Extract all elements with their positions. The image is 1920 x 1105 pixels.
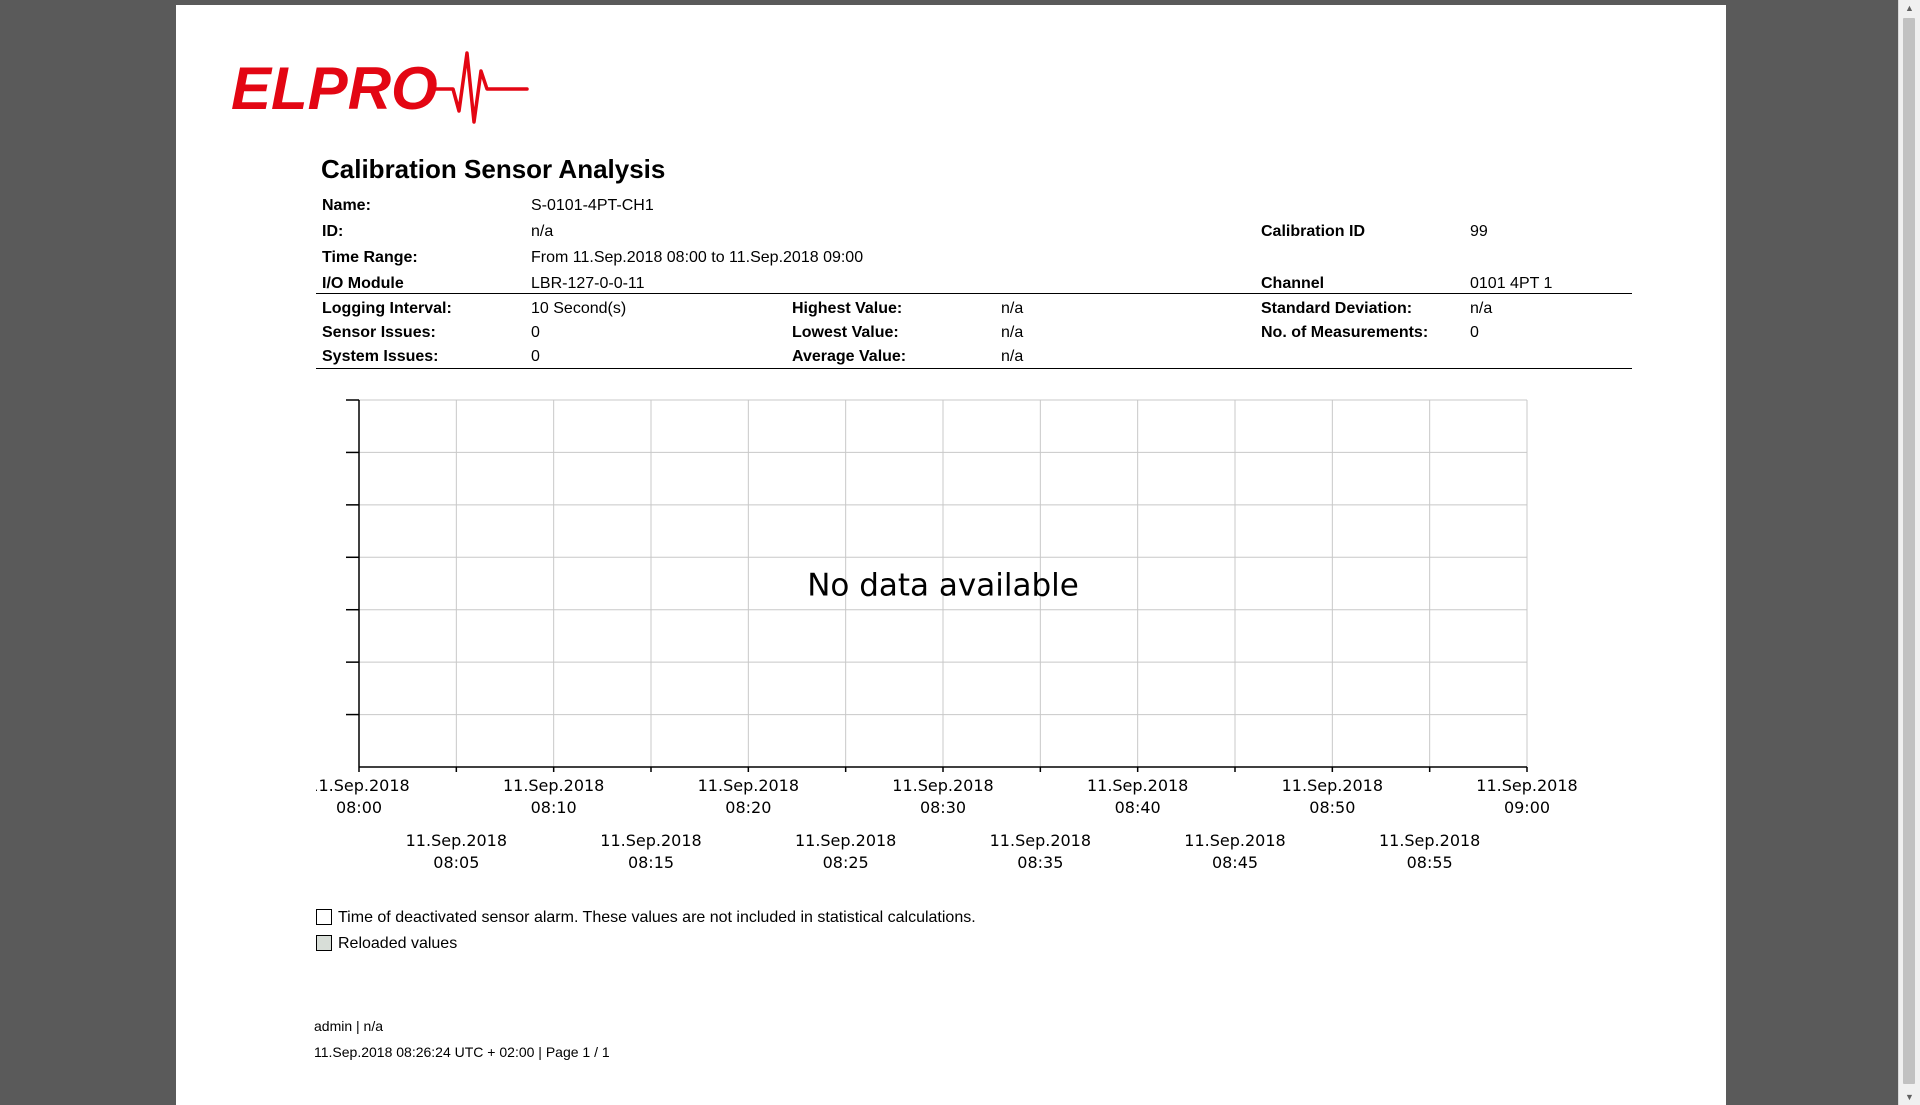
x-tick-label-date: 11.Sep.2018 — [1087, 776, 1188, 795]
x-tick-label-time: 08:40 — [1115, 798, 1161, 817]
x-tick-label-date: 11.Sep.2018 — [990, 831, 1091, 850]
calibration-id-label: Calibration ID — [1261, 223, 1366, 240]
elpro-logo: ELPRO — [231, 45, 531, 130]
scrollbar-thumb[interactable] — [1903, 18, 1915, 1084]
logging-interval-label: Logging Interval: — [322, 300, 452, 317]
scroll-up-arrow-icon[interactable]: ▲ — [1899, 0, 1920, 16]
logging-interval-value: 10 Second(s) — [531, 300, 627, 317]
x-tick-label-time: 09:00 — [1504, 798, 1550, 817]
x-tick-label-date: 11.Sep.2018 — [406, 831, 507, 850]
name-value: S-0101-4PT-CH1 — [531, 197, 654, 214]
x-tick-label-date: 11.Sep.2018 — [1282, 776, 1383, 795]
x-tick-label-date: 11.Sep.2018 — [1476, 776, 1577, 795]
legend-deactivated: Time of deactivated sensor alarm. These … — [316, 909, 976, 927]
x-tick-label-time: 08:25 — [823, 853, 869, 872]
measurements-value: 0 — [1470, 324, 1479, 341]
legend-reloaded-label: Reloaded values — [338, 935, 458, 952]
legend-reloaded-swatch — [316, 935, 332, 951]
id-label: ID: — [322, 223, 344, 240]
footer-user: admin | n/a — [314, 1018, 384, 1034]
x-tick-label-date: 11.Sep.2018 — [503, 776, 604, 795]
x-tick-label-time: 08:45 — [1212, 853, 1258, 872]
measurements-label: No. of Measurements: — [1261, 324, 1429, 341]
x-tick-label-time: 08:50 — [1309, 798, 1355, 817]
sensor-issues-label: Sensor Issues: — [322, 324, 436, 341]
lowest-value-label: Lowest Value: — [792, 324, 899, 341]
x-tick-label-date: 11.Sep.2018 — [698, 776, 799, 795]
chart-svg: 11.Sep.2018 08:00 11.Sep.2018 08:05 11.Sep.2… — [308, 399, 1578, 872]
x-tick-label-date: 11.Sep.2018 — [1379, 831, 1480, 850]
legend-deactivated-label: Time of deactivated sensor alarm. These … — [338, 909, 976, 926]
average-value-value: n/a — [1001, 348, 1024, 365]
report-page: ELPRO Calibration Sensor Analysis Name: … — [176, 5, 1726, 1105]
x-tick-label-time: 08:20 — [725, 798, 771, 817]
footer-timestamp: 11.Sep.2018 08:26:24 UTC + 02:00 | Page … — [314, 1044, 610, 1060]
std-dev-value: n/a — [1470, 300, 1493, 317]
channel-value: 0101 4PT 1 — [1470, 275, 1553, 292]
x-tick-label-time: 08:35 — [1017, 853, 1063, 872]
x-tick-label-date: 11.Sep.2018 — [600, 831, 701, 850]
system-issues-label: System Issues: — [322, 348, 439, 365]
sensor-issues-value: 0 — [531, 324, 540, 341]
average-value-label: Average Value: — [792, 348, 907, 365]
vertical-scrollbar[interactable]: ▲ ▼ — [1898, 0, 1920, 1105]
std-dev-label: Standard Deviation: — [1261, 300, 1413, 317]
logo-text: ELPRO — [231, 55, 438, 122]
highest-value-value: n/a — [1001, 300, 1024, 317]
header-divider — [316, 293, 1632, 294]
x-tick-label-time: 08:05 — [433, 853, 479, 872]
x-tick-label-date: 11.Sep.2018 — [1184, 831, 1285, 850]
measurement-chart: 11.Sep.2018 08:00 11.Sep.2018 08:05 11.Sep.2… — [308, 385, 1776, 885]
name-label: Name: — [322, 197, 371, 214]
time-range-value: From 11.Sep.2018 08:00 to 11.Sep.2018 09… — [531, 249, 864, 266]
scroll-down-arrow-icon[interactable]: ▼ — [1899, 1089, 1920, 1105]
heartbeat-line-icon — [434, 51, 529, 124]
time-range-label: Time Range: — [322, 249, 418, 266]
channel-label: Channel — [1261, 275, 1325, 292]
no-data-message: No data available — [807, 568, 1079, 604]
x-tick-label-date: 11.Sep.2018 — [316, 776, 410, 795]
x-tick-label-time: 08:30 — [920, 798, 966, 817]
id-value: n/a — [531, 223, 554, 240]
io-module-label: I/O Module — [322, 275, 404, 292]
io-module-value: LBR-127-0-0-11 — [531, 275, 645, 292]
x-tick-label-time: 08:00 — [336, 798, 382, 817]
highest-value-label: Highest Value: — [792, 300, 903, 317]
x-tick-label-time: 08:55 — [1407, 853, 1453, 872]
legend-reloaded: Reloaded values — [316, 935, 457, 953]
system-issues-value: 0 — [531, 348, 540, 365]
x-tick-label-time: 08:10 — [531, 798, 577, 817]
report-title: Calibration Sensor Analysis — [321, 154, 666, 184]
x-tick-label-date: 11.Sep.2018 — [795, 831, 896, 850]
x-tick-label-date: 11.Sep.2018 — [892, 776, 993, 795]
x-tick-label-time: 08:15 — [628, 853, 674, 872]
lowest-value-value: n/a — [1001, 324, 1024, 341]
legend-deactivated-swatch — [316, 909, 332, 925]
calibration-id-value: 99 — [1470, 223, 1488, 240]
stats-divider — [316, 368, 1632, 369]
